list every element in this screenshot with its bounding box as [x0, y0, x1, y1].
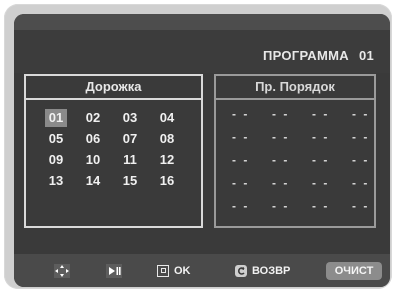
order-slot: - -: [272, 176, 290, 190]
order-slot: - -: [352, 130, 370, 144]
track-panel: Дорожка 01 02 03 04 05 06 07 08 09 10 11…: [24, 74, 203, 228]
dialog-frame: ПРОГРАММА 01 Дорожка 01 02 03 04 05 06 07…: [4, 4, 392, 289]
return-icon: [235, 265, 247, 278]
track-cell[interactable]: 09: [45, 151, 67, 169]
order-slot: - -: [232, 130, 250, 144]
order-slot: - -: [272, 199, 290, 213]
track-cell[interactable]: 13: [45, 172, 67, 190]
track-cell[interactable]: 04: [156, 109, 178, 127]
track-cell[interactable]: 14: [82, 172, 104, 190]
play-pause-icon: [106, 264, 122, 279]
order-panel-heading: Пр. Порядок: [216, 76, 374, 100]
order-slot: - -: [232, 199, 250, 213]
move-control[interactable]: [54, 263, 70, 279]
clear-button[interactable]: ОЧИСТ: [326, 262, 382, 280]
track-cell[interactable]: 01: [45, 109, 67, 127]
order-slot: - -: [312, 130, 330, 144]
order-slot: - -: [272, 107, 290, 121]
move-icon: [54, 264, 70, 279]
track-cell[interactable]: 02: [82, 109, 104, 127]
track-panel-heading: Дорожка: [26, 76, 201, 100]
back-control[interactable]: ВОЗВР: [235, 263, 290, 279]
track-cell[interactable]: 05: [45, 130, 67, 148]
header: ПРОГРАММА 01: [14, 30, 390, 73]
order-slot: - -: [312, 199, 330, 213]
back-label: ВОЗВР: [252, 265, 291, 277]
program-number: 01: [358, 48, 374, 63]
order-slot: - -: [352, 176, 370, 190]
order-slot: - -: [272, 153, 290, 167]
order-panel: Пр. Порядок - - - - - - - - - - - - - - …: [214, 74, 376, 228]
order-slot: - -: [232, 176, 250, 190]
track-cell[interactable]: 03: [119, 109, 141, 127]
bottom-bar: OK ВОЗВР ОЧИСТ: [14, 254, 390, 287]
program-title-label: ПРОГРАММА: [262, 48, 349, 63]
play-pause-control[interactable]: [106, 263, 122, 279]
track-cell[interactable]: 15: [119, 172, 141, 190]
ok-label: OK: [174, 265, 191, 277]
track-cell[interactable]: 11: [119, 151, 141, 169]
track-cell[interactable]: 10: [82, 151, 104, 169]
order-slot: - -: [352, 153, 370, 167]
track-cell[interactable]: 06: [82, 130, 104, 148]
track-cell[interactable]: 08: [156, 130, 178, 148]
order-slot: - -: [232, 153, 250, 167]
program-screen: ПРОГРАММА 01 Дорожка 01 02 03 04 05 06 07…: [14, 14, 390, 287]
ok-control[interactable]: OK: [157, 263, 191, 279]
track-cell[interactable]: 16: [156, 172, 178, 190]
top-bar: [14, 14, 390, 30]
track-cell[interactable]: 12: [156, 151, 178, 169]
enter-icon: [157, 265, 169, 278]
order-slot: - -: [312, 176, 330, 190]
order-slot: - -: [312, 107, 330, 121]
order-slot: - -: [352, 199, 370, 213]
order-slot: - -: [272, 130, 290, 144]
order-slot: - -: [352, 107, 370, 121]
program-title: ПРОГРАММА 01: [263, 48, 374, 63]
track-cell[interactable]: 07: [119, 130, 141, 148]
order-slot: - -: [312, 153, 330, 167]
order-slot: - -: [232, 107, 250, 121]
